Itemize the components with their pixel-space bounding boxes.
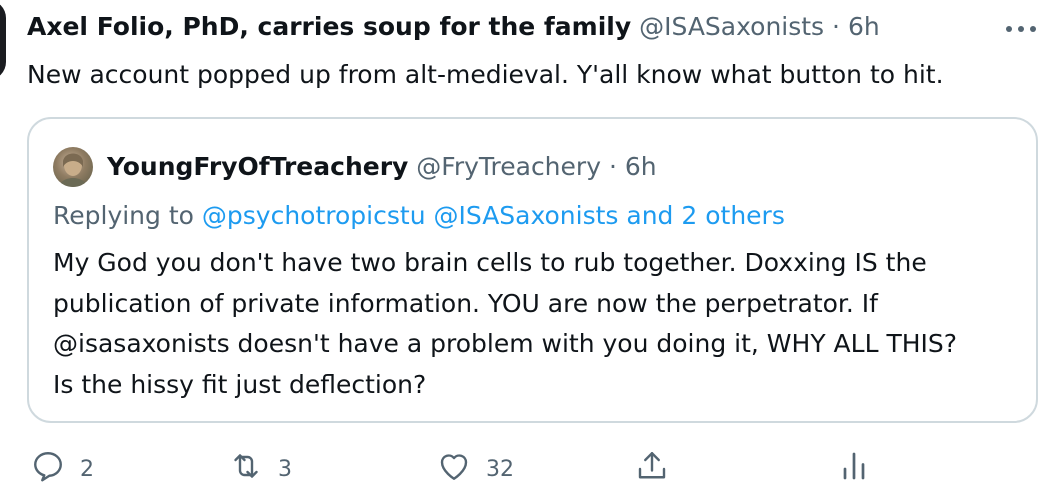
- quoted-avatar[interactable]: [53, 147, 93, 187]
- action-bar: 2 3 32: [0, 445, 1060, 492]
- quoted-text-line: @isasaxonists doesn't have a problem wit…: [53, 329, 958, 358]
- more-icon[interactable]: [1004, 20, 1038, 32]
- quoted-timestamp[interactable]: 6h: [625, 152, 657, 181]
- quoted-text-line: My God you don't have two brain cells to…: [53, 248, 927, 277]
- handle[interactable]: @ISASaxonists: [639, 12, 824, 41]
- quoted-handle[interactable]: @FryTreachery: [416, 152, 601, 181]
- quoted-tweet-header: YoungFryOfTreachery @FryTreachery · 6h: [53, 147, 657, 187]
- analytics-icon: [836, 448, 872, 490]
- display-name[interactable]: Axel Folio, PhD, carries soup for the fa…: [27, 12, 631, 41]
- share-icon: [634, 448, 670, 490]
- quoted-tweet-card[interactable]: YoungFryOfTreachery @FryTreachery · 6h R…: [27, 117, 1038, 423]
- quoted-text-line: publication of private information. YOU …: [53, 288, 878, 318]
- reply-button[interactable]: 2: [30, 445, 94, 492]
- quoted-separator: ·: [608, 152, 617, 181]
- retweet-button[interactable]: 3: [228, 445, 292, 492]
- timestamp[interactable]: 6h: [848, 12, 880, 41]
- reply-icon: [30, 448, 66, 490]
- analytics-button[interactable]: [836, 445, 872, 492]
- like-icon: [436, 448, 472, 490]
- quoted-display-name[interactable]: YoungFryOfTreachery: [107, 152, 408, 181]
- separator: ·: [832, 12, 840, 41]
- replying-to: Replying to @psychotropicstu @ISASaxonis…: [53, 199, 785, 233]
- retweet-icon: [228, 448, 264, 490]
- retweet-count: 3: [278, 456, 292, 482]
- quoted-text-line: Is the hissy fit just deflection?: [53, 369, 427, 399]
- quoted-tweet-text: My God you don't have two brain cells to…: [53, 243, 1013, 405]
- like-count: 32: [486, 456, 514, 482]
- tweet-header: Axel Folio, PhD, carries soup for the fa…: [27, 10, 880, 44]
- tweet-text: New account popped up from alt-medieval.…: [27, 60, 944, 89]
- replying-mentions[interactable]: @psychotropicstu @ISASaxonists and 2 oth…: [202, 201, 785, 230]
- avatar[interactable]: [0, 0, 6, 80]
- like-button[interactable]: 32: [436, 445, 514, 492]
- replying-prefix: Replying to: [53, 201, 194, 230]
- share-button[interactable]: [634, 445, 670, 492]
- tweet[interactable]: Axel Folio, PhD, carries soup for the fa…: [0, 0, 1060, 492]
- reply-count: 2: [80, 456, 94, 482]
